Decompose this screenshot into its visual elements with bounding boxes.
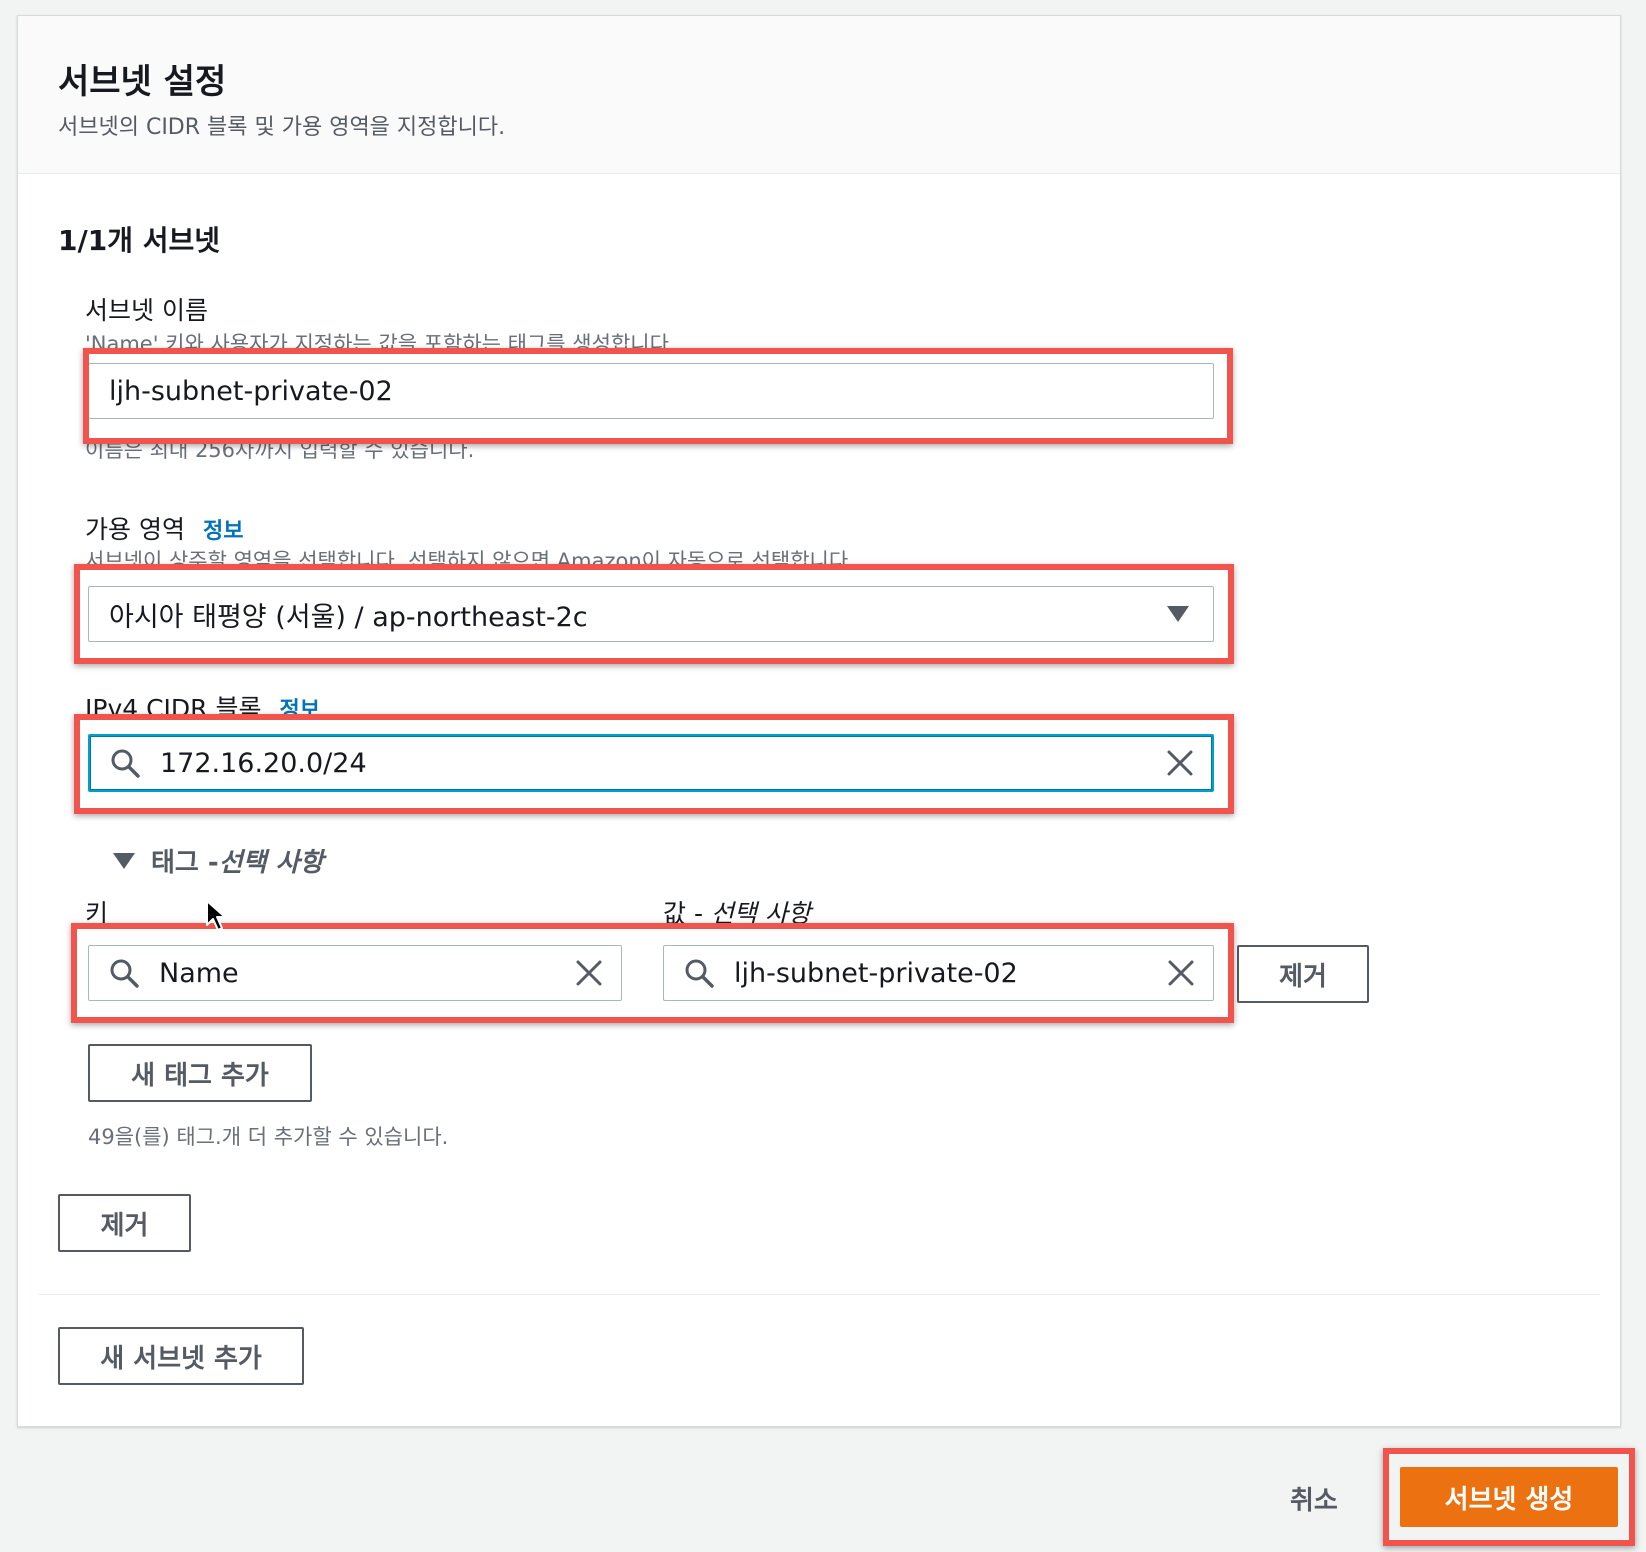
tag-key-value: Name [159,957,239,989]
caret-down-icon [1167,606,1189,622]
subnet-count-heading: 1/1개 서브넷 [58,224,220,257]
cidr-info-link[interactable]: 정보 [280,698,320,723]
search-icon [111,749,140,778]
tag-value-label: 값 - [663,899,711,928]
cancel-button[interactable]: 취소 [1290,1480,1338,1517]
clear-icon[interactable] [1166,749,1194,777]
az-label: 가용 영역 [85,515,185,544]
search-icon [110,959,139,988]
remove-tag-button[interactable]: 제거 [1237,945,1369,1003]
tag-value-value: ljh-subnet-private-02 [734,957,1018,989]
az-label-row: 가용 영역 정보 [85,510,243,546]
add-subnet-button[interactable]: 새 서브넷 추가 [58,1327,304,1385]
cidr-value: 172.16.20.0/24 [160,747,367,779]
subnet-name-input[interactable]: ljh-subnet-private-02 [88,363,1214,419]
tags-toggle-optional: 선택 사항 [218,848,324,878]
tags-remaining-text: 49을(를) 태그.개 더 추가할 수 있습니다. [88,1125,449,1149]
tags-toggle-label: 태그 - [151,848,219,878]
cidr-label: IPv4 CIDR 블록 [85,694,262,723]
subnet-name-hint: 이름은 최대 256자까지 입력할 수 있습니다. [85,438,475,462]
az-description: 서브넷이 상주할 영역을 선택합니다. 선택하지 않으면 Amazon이 자동으… [85,549,855,573]
add-tag-button[interactable]: 새 태그 추가 [88,1044,312,1102]
tags-toggle[interactable]: 태그 - 선택 사항 [113,842,323,879]
mouse-cursor-icon [206,900,226,931]
subnet-name-description: 'Name' 키와 사용자가 지정하는 값을 포함하는 태그를 생성합니다. [85,332,676,356]
section-divider [38,1294,1600,1295]
cidr-input[interactable]: 172.16.20.0/24 [88,734,1214,792]
tag-key-input[interactable]: Name [88,945,622,1001]
remove-subnet-button[interactable]: 제거 [58,1194,191,1252]
az-select[interactable]: 아시아 태평양 (서울) / ap-northeast-2c [88,586,1214,642]
search-icon [685,959,714,988]
panel-description: 서브넷의 CIDR 블록 및 가용 영역을 지정합니다. [58,115,506,140]
tag-value-label-row: 값 - 선택 사항 [663,894,811,930]
subnet-name-value: ljh-subnet-private-02 [109,375,393,407]
az-select-value: 아시아 태평양 (서울) / ap-northeast-2c [109,601,588,633]
az-info-link[interactable]: 정보 [203,519,243,544]
create-subnet-button[interactable]: 서브넷 생성 [1400,1467,1618,1527]
tag-value-input[interactable]: ljh-subnet-private-02 [663,945,1214,1001]
tag-key-label: 키 [85,899,109,928]
cidr-label-row: IPv4 CIDR 블록 정보 [85,689,320,725]
subnet-settings-panel: 서브넷 설정 서브넷의 CIDR 블록 및 가용 영역을 지정합니다. 1/1개… [17,15,1621,1427]
clear-icon[interactable] [575,959,603,987]
subnet-name-label: 서브넷 이름 [85,296,208,325]
panel-header: 서브넷 설정 서브넷의 CIDR 블록 및 가용 영역을 지정합니다. [18,16,1620,174]
panel-title: 서브넷 설정 [58,62,227,102]
clear-icon[interactable] [1167,959,1195,987]
expand-triangle-icon [113,852,135,869]
tag-value-optional: 선택 사항 [710,899,811,928]
